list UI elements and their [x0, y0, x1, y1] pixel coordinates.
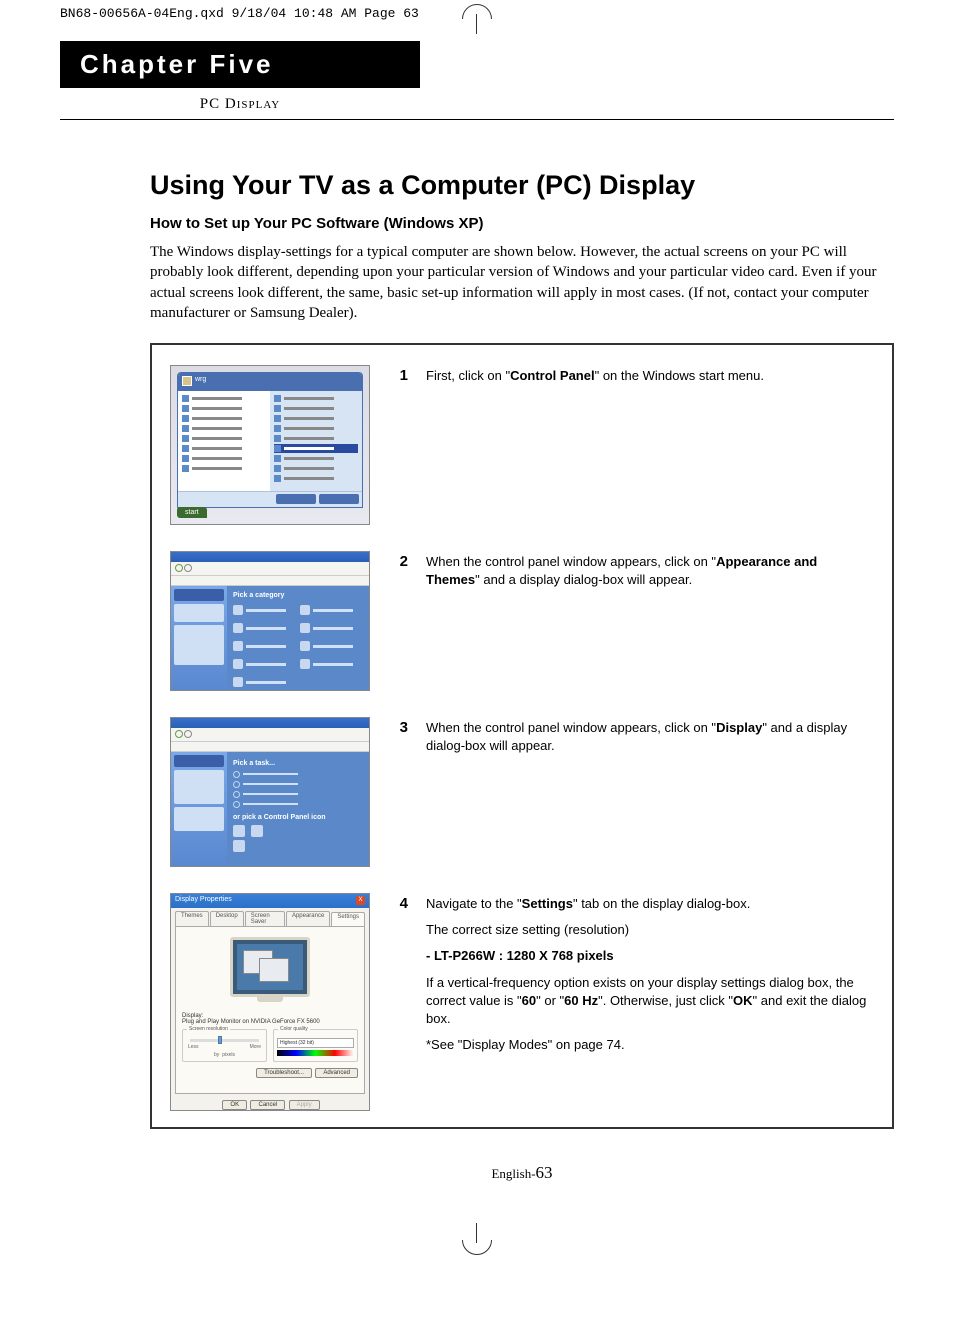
- step-text: When the control panel window appears, c…: [426, 717, 872, 763]
- chapter-subtitle: PC Display: [60, 88, 420, 119]
- page-number: English-63: [150, 1163, 894, 1183]
- tab-themes: Themes: [175, 911, 209, 926]
- step-3: Pick a task... or pick a Control Panel i…: [170, 717, 872, 867]
- apply-button: Apply: [289, 1100, 320, 1110]
- dialog-title: Display Properties: [175, 896, 232, 906]
- step-text: First, click on "Control Panel" on the W…: [426, 365, 872, 393]
- chapter-banner: Chapter Five: [60, 41, 420, 88]
- step-number: 1: [388, 365, 408, 384]
- monitor-icon: [230, 937, 310, 997]
- step-number: 2: [388, 551, 408, 570]
- step-1: wrg: [170, 365, 872, 525]
- tab-screensaver: Screen Saver: [245, 911, 285, 926]
- section-heading: How to Set up Your PC Software (Windows …: [150, 215, 894, 232]
- ok-button: OK: [222, 1100, 247, 1110]
- step-4: Display Properties X Themes Desktop Scre…: [170, 893, 872, 1111]
- steps-container: wrg: [150, 343, 894, 1129]
- cancel-button: Cancel: [250, 1100, 285, 1110]
- start-button: start: [177, 507, 207, 518]
- step-text: Navigate to the "Settings" tab on the di…: [426, 893, 872, 1062]
- step-number: 3: [388, 717, 408, 736]
- divider: [60, 119, 894, 120]
- step-number: 4: [388, 893, 408, 912]
- troubleshoot-button: Troubleshoot...: [256, 1068, 312, 1078]
- tab-desktop: Desktop: [210, 911, 244, 926]
- step-text: When the control panel window appears, c…: [426, 551, 872, 597]
- tab-settings: Settings: [331, 912, 365, 927]
- screenshot-start-menu: wrg: [170, 365, 370, 525]
- color-quality-select: Highest (32 bit): [277, 1038, 354, 1048]
- close-icon: X: [356, 896, 365, 905]
- crop-mark-icon: [462, 1223, 492, 1253]
- page-title: Using Your TV as a Computer (PC) Display: [150, 170, 894, 201]
- screenshot-appearance-themes: Pick a task... or pick a Control Panel i…: [170, 717, 370, 867]
- step-2: Pick a category 2 When the control panel…: [170, 551, 872, 691]
- screenshot-display-properties: Display Properties X Themes Desktop Scre…: [170, 893, 370, 1111]
- tabs: Themes Desktop Screen Saver Appearance S…: [171, 908, 369, 926]
- display-value: Plug and Play Monitor on NVIDIA GeForce …: [182, 1019, 358, 1025]
- intro-paragraph: The Windows display-settings for a typic…: [150, 242, 894, 323]
- screenshot-control-panel: Pick a category: [170, 551, 370, 691]
- print-header: BN68-00656A-04Eng.qxd 9/18/04 10:48 AM P…: [60, 0, 894, 41]
- advanced-button: Advanced: [315, 1068, 358, 1078]
- tab-appearance: Appearance: [286, 911, 330, 926]
